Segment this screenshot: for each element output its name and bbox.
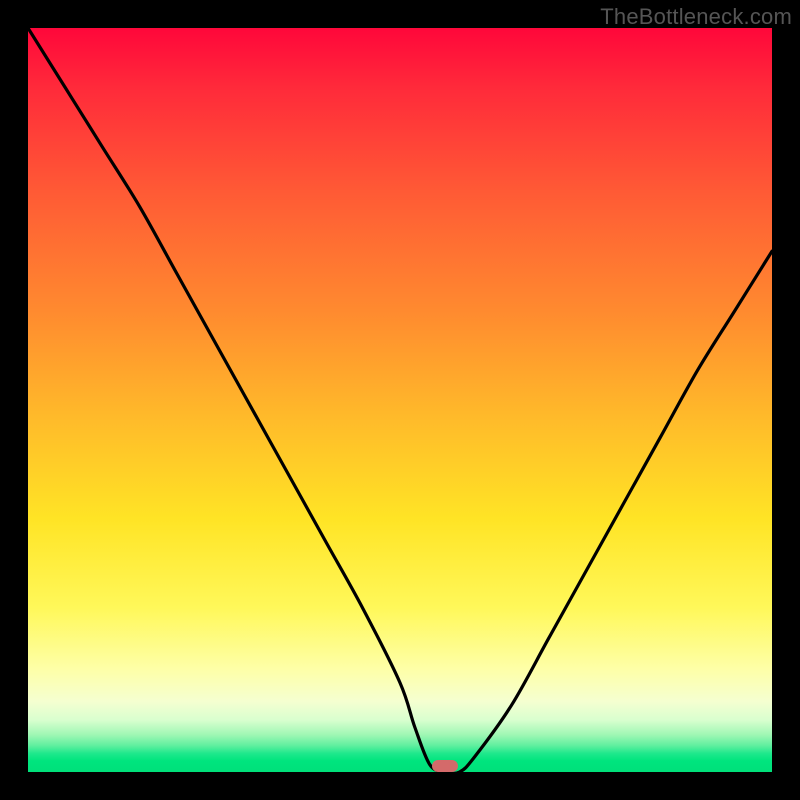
- chart-frame: TheBottleneck.com: [0, 0, 800, 800]
- bottleneck-curve: [28, 28, 772, 772]
- watermark-text: TheBottleneck.com: [600, 4, 792, 30]
- trough-marker-icon: [432, 760, 458, 772]
- plot-area: [28, 28, 772, 772]
